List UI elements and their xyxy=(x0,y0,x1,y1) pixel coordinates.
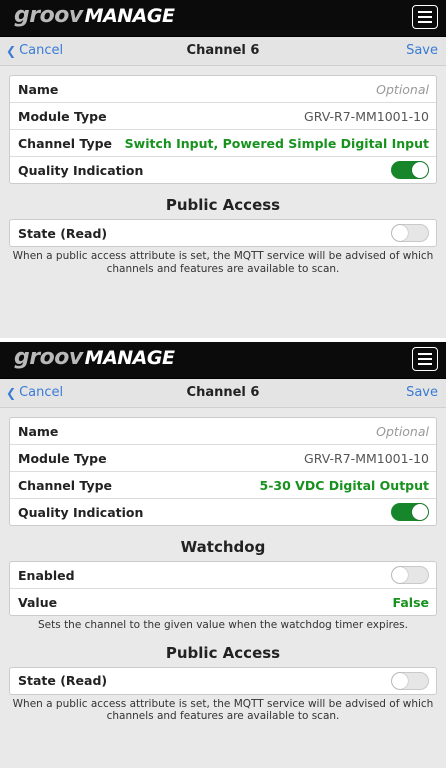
public-access-note: When a public access attribute is set, t… xyxy=(12,697,434,723)
public-access-card: State (Read) xyxy=(9,219,437,247)
watchdog-value-row[interactable]: Value False xyxy=(10,589,436,615)
module-type-label: Module Type xyxy=(18,450,107,466)
channel-type-value[interactable]: 5-30 VDC Digital Output xyxy=(260,478,429,493)
quality-indication-toggle[interactable] xyxy=(391,161,429,179)
channel-type-label: Channel Type xyxy=(18,477,113,493)
public-access-heading: Public Access xyxy=(165,196,281,214)
name-row[interactable]: Name Optional xyxy=(10,418,436,445)
app-header: groov MANAGE xyxy=(0,342,446,379)
screen-2: groov MANAGE ❮ Cancel Channel 6 Save Name… xyxy=(0,342,446,768)
quality-indication-row: Quality Indication xyxy=(10,499,436,525)
watchdog-enabled-label: Enabled xyxy=(18,567,75,583)
public-access-heading: Public Access xyxy=(165,643,281,662)
quality-indication-toggle[interactable] xyxy=(391,503,429,521)
module-type-value: GRV-R7-MM1001-10 xyxy=(304,450,429,466)
nav-bar: ❮ Cancel Channel 6 Save xyxy=(0,379,446,408)
page-title: Channel 6 xyxy=(186,385,260,400)
quality-indication-label: Quality Indication xyxy=(18,504,144,520)
state-read-row: State (Read) xyxy=(10,668,436,694)
module-type-row: Module Type GRV-R7-MM1001-10 xyxy=(10,103,436,130)
watchdog-value-label: Value xyxy=(18,594,58,610)
name-label: Name xyxy=(18,423,59,439)
quality-indication-label: Quality Indication xyxy=(18,162,144,178)
state-read-label: State (Read) xyxy=(18,673,108,688)
channel-type-row[interactable]: Channel Type Switch Input, Powered Simpl… xyxy=(10,130,436,157)
public-access-card: State (Read) xyxy=(9,666,437,695)
watchdog-enabled-row: Enabled xyxy=(10,562,436,589)
menu-icon[interactable] xyxy=(412,347,438,371)
name-field[interactable]: Optional xyxy=(376,82,429,97)
groov-manage-logo: groov MANAGE xyxy=(14,3,175,28)
groov-manage-logo: groov MANAGE xyxy=(14,345,175,370)
app-header: groov MANAGE xyxy=(0,0,446,37)
name-field[interactable]: Optional xyxy=(376,424,429,439)
quality-indication-row: Quality Indication xyxy=(10,157,436,183)
state-read-toggle[interactable] xyxy=(391,224,429,242)
watchdog-enabled-toggle[interactable] xyxy=(391,566,429,584)
watchdog-note: Sets the channel to the given value when… xyxy=(38,619,408,631)
state-read-row: State (Read) xyxy=(10,220,436,246)
module-type-value: GRV-R7-MM1001-10 xyxy=(304,108,429,124)
name-label: Name xyxy=(18,81,59,97)
module-type-row: Module Type GRV-R7-MM1001-10 xyxy=(10,445,436,472)
state-read-label: State (Read) xyxy=(18,225,108,241)
save-button[interactable]: Save xyxy=(406,43,438,58)
page-title: Channel 6 xyxy=(186,43,260,58)
save-button[interactable]: Save xyxy=(406,385,438,400)
channel-type-row[interactable]: Channel Type 5-30 VDC Digital Output xyxy=(10,472,436,499)
channel-settings-card: Name Optional Module Type GRV-R7-MM1001-… xyxy=(9,75,437,184)
watchdog-value-select[interactable]: False xyxy=(393,595,429,610)
state-read-toggle[interactable] xyxy=(391,671,429,690)
channel-settings-card: Name Optional Module Type GRV-R7-MM1001-… xyxy=(9,417,437,526)
name-row[interactable]: Name Optional xyxy=(10,76,436,103)
watchdog-card: Enabled Value False xyxy=(9,561,437,616)
watchdog-heading: Watchdog xyxy=(180,538,266,556)
channel-type-value[interactable]: Switch Input, Powered Simple Digital Inp… xyxy=(125,136,429,151)
menu-icon[interactable] xyxy=(412,5,438,29)
public-access-note: When a public access attribute is set, t… xyxy=(12,250,434,275)
module-type-label: Module Type xyxy=(18,108,107,124)
nav-bar: ❮ Cancel Channel 6 Save xyxy=(0,37,446,66)
channel-type-label: Channel Type xyxy=(18,135,113,151)
screen-1: groov MANAGE ❮ Cancel Channel 6 Save Name… xyxy=(0,0,446,338)
